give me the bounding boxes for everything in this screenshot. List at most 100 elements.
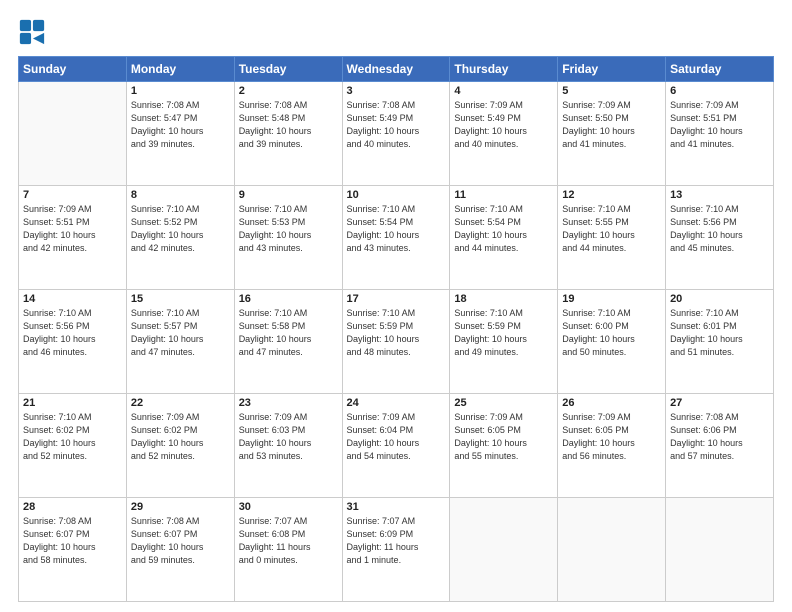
table-row: 28 Sunrise: 7:08 AMSunset: 6:07 PMDayligh… bbox=[19, 498, 127, 602]
table-row: 1 Sunrise: 7:08 AMSunset: 5:47 PMDaylight… bbox=[126, 82, 234, 186]
table-row: 5 Sunrise: 7:09 AMSunset: 5:50 PMDaylight… bbox=[558, 82, 666, 186]
table-row: 13 Sunrise: 7:10 AMSunset: 5:56 PMDayligh… bbox=[666, 186, 774, 290]
logo-icon bbox=[18, 18, 46, 46]
day-number: 24 bbox=[347, 397, 446, 409]
calendar-day-header: Sunday bbox=[19, 57, 127, 82]
day-info: Sunrise: 7:10 AMSunset: 5:54 PMDaylight:… bbox=[454, 203, 553, 255]
table-row: 23 Sunrise: 7:09 AMSunset: 6:03 PMDayligh… bbox=[234, 394, 342, 498]
day-info: Sunrise: 7:10 AMSunset: 5:55 PMDaylight:… bbox=[562, 203, 661, 255]
table-row: 8 Sunrise: 7:10 AMSunset: 5:52 PMDaylight… bbox=[126, 186, 234, 290]
table-row: 18 Sunrise: 7:10 AMSunset: 5:59 PMDayligh… bbox=[450, 290, 558, 394]
table-row: 6 Sunrise: 7:09 AMSunset: 5:51 PMDaylight… bbox=[666, 82, 774, 186]
table-row: 19Sunrise: 7:10 AMSunset: 6:00 PMDayligh… bbox=[558, 290, 666, 394]
day-info: Sunrise: 7:10 AMSunset: 5:59 PMDaylight:… bbox=[347, 307, 446, 359]
day-number: 9 bbox=[239, 189, 338, 201]
table-row bbox=[558, 498, 666, 602]
day-info: Sunrise: 7:09 AMSunset: 6:02 PMDaylight:… bbox=[131, 411, 230, 463]
day-number: 25 bbox=[454, 397, 553, 409]
day-number: 18 bbox=[454, 293, 553, 305]
table-row: 14Sunrise: 7:10 AMSunset: 5:56 PMDayligh… bbox=[19, 290, 127, 394]
table-row: 3Sunrise: 7:08 AMSunset: 5:49 PMDaylight… bbox=[342, 82, 450, 186]
day-info: Sunrise: 7:10 AMSunset: 5:54 PMDaylight:… bbox=[347, 203, 446, 255]
day-info: Sunrise: 7:09 AMSunset: 5:51 PMDaylight:… bbox=[670, 99, 769, 151]
day-number: 12 bbox=[562, 189, 661, 201]
calendar-day-header: Tuesday bbox=[234, 57, 342, 82]
day-info: Sunrise: 7:09 AMSunset: 6:05 PMDaylight:… bbox=[562, 411, 661, 463]
table-row: 4 Sunrise: 7:09 AMSunset: 5:49 PMDaylight… bbox=[450, 82, 558, 186]
day-info: Sunrise: 7:08 AMSunset: 6:07 PMDaylight:… bbox=[131, 515, 230, 567]
day-info: Sunrise: 7:09 AMSunset: 6:03 PMDaylight:… bbox=[239, 411, 338, 463]
day-number: 1 bbox=[131, 85, 230, 97]
table-row bbox=[666, 498, 774, 602]
table-row: 15Sunrise: 7:10 AMSunset: 5:57 PMDayligh… bbox=[126, 290, 234, 394]
table-row: 11 Sunrise: 7:10 AMSunset: 5:54 PMDayligh… bbox=[450, 186, 558, 290]
day-info: Sunrise: 7:09 AMSunset: 6:05 PMDaylight:… bbox=[454, 411, 553, 463]
header bbox=[18, 18, 774, 46]
day-number: 20 bbox=[670, 293, 769, 305]
day-info: Sunrise: 7:10 AMSunset: 6:02 PMDaylight:… bbox=[23, 411, 122, 463]
day-info: Sunrise: 7:10 AMSunset: 5:56 PMDaylight:… bbox=[23, 307, 122, 359]
table-row: 27 Sunrise: 7:08 AMSunset: 6:06 PMDayligh… bbox=[666, 394, 774, 498]
day-number: 8 bbox=[131, 189, 230, 201]
calendar-week-row: 28 Sunrise: 7:08 AMSunset: 6:07 PMDayligh… bbox=[19, 498, 774, 602]
calendar-week-row: 21 Sunrise: 7:10 AMSunset: 6:02 PMDayligh… bbox=[19, 394, 774, 498]
day-info: Sunrise: 7:10 AMSunset: 5:57 PMDaylight:… bbox=[131, 307, 230, 359]
calendar-day-header: Saturday bbox=[666, 57, 774, 82]
calendar-day-header: Monday bbox=[126, 57, 234, 82]
day-number: 19 bbox=[562, 293, 661, 305]
day-number: 16 bbox=[239, 293, 338, 305]
day-number: 22 bbox=[131, 397, 230, 409]
table-row: 9 Sunrise: 7:10 AMSunset: 5:53 PMDaylight… bbox=[234, 186, 342, 290]
table-row bbox=[19, 82, 127, 186]
day-info: Sunrise: 7:09 AMSunset: 5:49 PMDaylight:… bbox=[454, 99, 553, 151]
day-info: Sunrise: 7:08 AMSunset: 6:07 PMDaylight:… bbox=[23, 515, 122, 567]
day-number: 5 bbox=[562, 85, 661, 97]
table-row: 10 Sunrise: 7:10 AMSunset: 5:54 PMDayligh… bbox=[342, 186, 450, 290]
day-info: Sunrise: 7:10 AMSunset: 5:58 PMDaylight:… bbox=[239, 307, 338, 359]
table-row: 31 Sunrise: 7:07 AMSunset: 6:09 PMDayligh… bbox=[342, 498, 450, 602]
day-number: 29 bbox=[131, 501, 230, 513]
table-row: 29 Sunrise: 7:08 AMSunset: 6:07 PMDayligh… bbox=[126, 498, 234, 602]
day-number: 2 bbox=[239, 85, 338, 97]
day-number: 4 bbox=[454, 85, 553, 97]
day-info: Sunrise: 7:10 AMSunset: 5:59 PMDaylight:… bbox=[454, 307, 553, 359]
day-number: 28 bbox=[23, 501, 122, 513]
day-number: 11 bbox=[454, 189, 553, 201]
calendar-day-header: Friday bbox=[558, 57, 666, 82]
table-row: 20 Sunrise: 7:10 AMSunset: 6:01 PMDayligh… bbox=[666, 290, 774, 394]
table-row: 12 Sunrise: 7:10 AMSunset: 5:55 PMDayligh… bbox=[558, 186, 666, 290]
table-row: 24 Sunrise: 7:09 AMSunset: 6:04 PMDayligh… bbox=[342, 394, 450, 498]
day-number: 6 bbox=[670, 85, 769, 97]
day-number: 27 bbox=[670, 397, 769, 409]
day-info: Sunrise: 7:10 AMSunset: 5:52 PMDaylight:… bbox=[131, 203, 230, 255]
day-info: Sunrise: 7:10 AMSunset: 6:01 PMDaylight:… bbox=[670, 307, 769, 359]
calendar: SundayMondayTuesdayWednesdayThursdayFrid… bbox=[18, 56, 774, 602]
day-info: Sunrise: 7:09 AMSunset: 6:04 PMDaylight:… bbox=[347, 411, 446, 463]
day-info: Sunrise: 7:09 AMSunset: 5:50 PMDaylight:… bbox=[562, 99, 661, 151]
table-row bbox=[450, 498, 558, 602]
day-number: 23 bbox=[239, 397, 338, 409]
table-row: 7Sunrise: 7:09 AMSunset: 5:51 PMDaylight… bbox=[19, 186, 127, 290]
day-number: 21 bbox=[23, 397, 122, 409]
day-info: Sunrise: 7:10 AMSunset: 5:56 PMDaylight:… bbox=[670, 203, 769, 255]
table-row: 2Sunrise: 7:08 AMSunset: 5:48 PMDaylight… bbox=[234, 82, 342, 186]
day-info: Sunrise: 7:08 AMSunset: 5:47 PMDaylight:… bbox=[131, 99, 230, 151]
calendar-day-header: Wednesday bbox=[342, 57, 450, 82]
day-info: Sunrise: 7:07 AMSunset: 6:09 PMDaylight:… bbox=[347, 515, 446, 567]
calendar-week-row: 14Sunrise: 7:10 AMSunset: 5:56 PMDayligh… bbox=[19, 290, 774, 394]
day-number: 30 bbox=[239, 501, 338, 513]
table-row: 26 Sunrise: 7:09 AMSunset: 6:05 PMDayligh… bbox=[558, 394, 666, 498]
table-row: 16 Sunrise: 7:10 AMSunset: 5:58 PMDayligh… bbox=[234, 290, 342, 394]
table-row: 21 Sunrise: 7:10 AMSunset: 6:02 PMDayligh… bbox=[19, 394, 127, 498]
day-number: 10 bbox=[347, 189, 446, 201]
logo bbox=[18, 18, 50, 46]
day-info: Sunrise: 7:08 AMSunset: 6:06 PMDaylight:… bbox=[670, 411, 769, 463]
table-row: 25 Sunrise: 7:09 AMSunset: 6:05 PMDayligh… bbox=[450, 394, 558, 498]
calendar-week-row: 7Sunrise: 7:09 AMSunset: 5:51 PMDaylight… bbox=[19, 186, 774, 290]
day-info: Sunrise: 7:08 AMSunset: 5:49 PMDaylight:… bbox=[347, 99, 446, 151]
day-number: 31 bbox=[347, 501, 446, 513]
day-info: Sunrise: 7:10 AMSunset: 5:53 PMDaylight:… bbox=[239, 203, 338, 255]
calendar-day-header: Thursday bbox=[450, 57, 558, 82]
day-number: 13 bbox=[670, 189, 769, 201]
day-number: 26 bbox=[562, 397, 661, 409]
